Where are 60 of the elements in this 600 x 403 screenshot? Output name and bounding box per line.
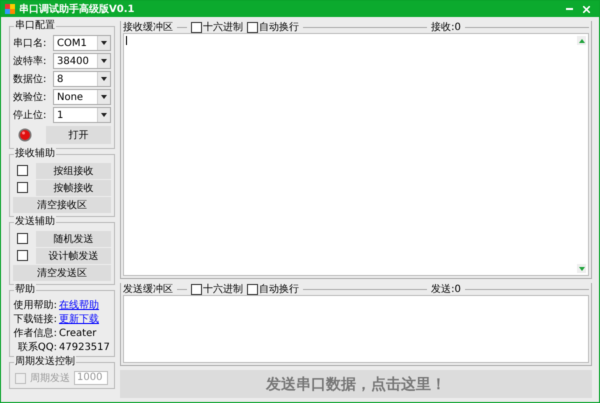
action-button[interactable]: 随机发送 — [36, 230, 111, 246]
help-link[interactable]: 更新下载 — [59, 312, 99, 326]
text-cursor — [126, 36, 127, 45]
checkbox-label: 周期发送 — [30, 372, 70, 385]
checkbox[interactable] — [17, 233, 28, 244]
minimize-button[interactable] — [563, 8, 576, 10]
checkbox[interactable] — [191, 284, 202, 294]
open-button[interactable]: 打开 — [46, 126, 111, 144]
byte-counter: 接收:0 — [431, 20, 461, 34]
help-link[interactable]: 在线帮助 — [59, 298, 99, 312]
checkbox[interactable] — [17, 165, 28, 176]
caret-icon — [101, 95, 107, 99]
scroll-up-icon[interactable] — [577, 36, 586, 45]
option-label: 自动换行 — [259, 21, 299, 34]
dropdown[interactable]: 1 — [53, 107, 111, 123]
action-button[interactable]: 设计帧发送 — [36, 248, 111, 264]
buffer-title: 发送缓冲区 — [123, 282, 173, 296]
group-title: 周期发送控制 — [14, 356, 76, 368]
info-label: 作者信息: — [13, 326, 57, 340]
caret-icon — [101, 113, 107, 117]
option-label: 自动换行 — [259, 283, 299, 296]
action-button[interactable]: 按组接收 — [36, 162, 111, 178]
app-icon — [5, 4, 15, 14]
group-title: 发送辅助 — [14, 216, 56, 228]
caret-icon — [101, 41, 107, 45]
checkbox[interactable] — [17, 182, 28, 193]
field-label: 波特率: — [13, 54, 48, 68]
field-label: 停止位: — [13, 108, 48, 122]
window-title: 串口调试助手高级版V0.1 — [19, 2, 136, 16]
field-label: 数据位: — [13, 73, 48, 86]
checkbox[interactable] — [191, 22, 202, 32]
field-label: 效验位: — [13, 91, 48, 104]
option-label: 十六进制 — [203, 20, 243, 34]
caret-icon — [101, 77, 107, 81]
checkbox[interactable] — [17, 250, 28, 261]
info-value: Creater — [59, 328, 96, 338]
field-label: 串口名: — [13, 36, 48, 50]
info-label: 下载链接: — [13, 312, 57, 326]
dropdown[interactable]: 8 — [53, 71, 111, 87]
buffer-title: 接收缓冲区 — [123, 20, 173, 34]
info-value: 47923517 — [59, 342, 110, 352]
dropdown[interactable]: COM1 — [53, 35, 111, 51]
action-button[interactable]: 按帧接收 — [36, 180, 111, 196]
option-label: 十六进制 — [203, 282, 243, 296]
scroll-down-icon[interactable] — [577, 264, 586, 273]
dropdown[interactable]: None — [53, 89, 111, 105]
group-title: 串口配置 — [14, 20, 56, 32]
clear-button[interactable]: 清空接收区 — [13, 197, 111, 213]
dropdown[interactable]: 38400 — [53, 53, 111, 69]
close-button[interactable] — [580, 6, 593, 12]
caret-icon — [101, 59, 107, 63]
group-title: 帮助 — [14, 284, 36, 296]
group-title: 接收辅助 — [14, 148, 56, 160]
info-label: 联系QQ: — [16, 340, 57, 354]
checkbox[interactable] — [247, 284, 258, 294]
byte-counter: 发送:0 — [431, 283, 461, 296]
checkbox[interactable] — [247, 22, 258, 32]
clear-button[interactable]: 清空发送区 — [13, 265, 111, 281]
info-label: 使用帮助: — [13, 298, 57, 312]
status-led-icon — [18, 128, 32, 142]
